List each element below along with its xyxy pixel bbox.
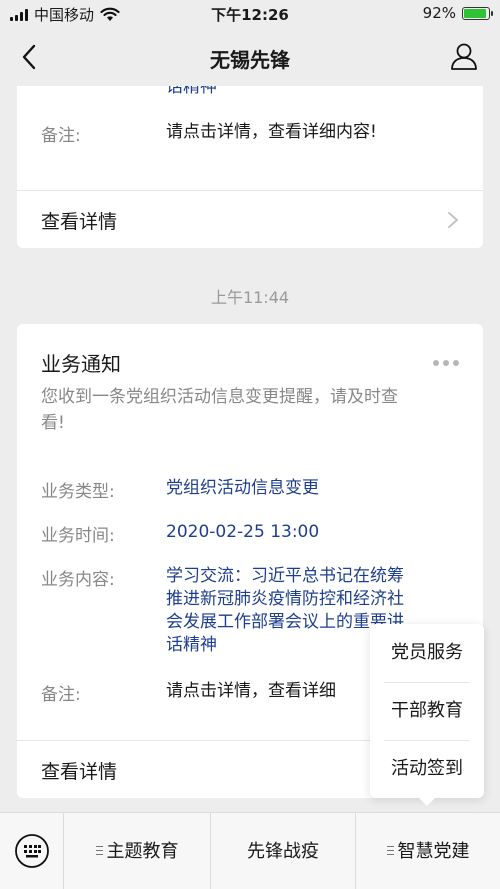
tab-smart-party-building[interactable]: 智慧党建 xyxy=(355,813,500,889)
bottom-menu: 主题教育 先锋战疫 智慧党建 xyxy=(0,812,500,889)
content-tail-value: 话精神 xyxy=(166,86,217,97)
tab-label: 先锋战疫 xyxy=(247,841,319,862)
page-title: 无锡先锋 xyxy=(210,48,290,72)
field-value: 2020-02-25 13:00 xyxy=(166,522,320,542)
more-options-icon[interactable] xyxy=(433,360,459,366)
field-label: 业务内容: xyxy=(41,570,115,590)
message-card-previous[interactable]: 话精神 备注: 请点击详情，查看详细内容! 查看详情 xyxy=(17,86,483,248)
content-line: 学习交流：习近平总书记在统筹 xyxy=(166,566,404,586)
view-details-button[interactable]: 查看详情 xyxy=(17,190,483,248)
battery-percent: 92% xyxy=(422,4,456,22)
menu-item-member-service[interactable]: 党员服务 xyxy=(370,624,484,682)
note-label: 备注: xyxy=(41,126,81,146)
battery-fill xyxy=(464,8,486,18)
tab-label: 智慧党建 xyxy=(397,841,470,862)
tab-pioneer-fight-epidemic[interactable]: 先锋战疫 xyxy=(210,813,355,889)
card-title: 业务通知 xyxy=(41,352,121,376)
note-value: 请点击详情，查看详细内容! xyxy=(166,122,377,142)
field-label: 业务类型: xyxy=(41,482,115,502)
field-label: 备注: xyxy=(41,685,81,705)
chevron-right-icon xyxy=(448,212,458,228)
menu-lines-icon xyxy=(95,846,103,855)
user-icon[interactable] xyxy=(448,40,480,72)
tab-theme-education[interactable]: 主题教育 xyxy=(64,813,210,889)
menu-lines-icon xyxy=(386,846,394,855)
menu-item-activity-checkin[interactable]: 活动签到 xyxy=(370,740,484,798)
view-details-label: 查看详情 xyxy=(41,761,118,783)
submenu-popup: 党员服务 干部教育 活动签到 xyxy=(370,624,484,806)
card-description: 您收到一条党组织活动信息变更提醒，请及时查看! xyxy=(41,387,398,433)
nav-bar: 无锡先锋 xyxy=(0,28,500,86)
tab-label: 主题教育 xyxy=(106,841,179,862)
battery-icon xyxy=(462,6,493,20)
status-bar: 中国移动 下午12:26 92% xyxy=(0,0,500,28)
field-label: 业务时间: xyxy=(41,526,115,546)
view-details-label: 查看详情 xyxy=(41,211,118,233)
status-right: 92% xyxy=(422,4,493,22)
menu-item-cadre-education[interactable]: 干部教育 xyxy=(370,682,484,740)
keyboard-icon xyxy=(15,834,49,868)
content-line: 推进新冠肺炎疫情防控和经济社 xyxy=(166,589,404,609)
field-value: 党组织活动信息变更 xyxy=(166,478,319,498)
keyboard-toggle-button[interactable] xyxy=(0,813,64,889)
timestamp-separator: 上午11:44 xyxy=(210,288,290,307)
